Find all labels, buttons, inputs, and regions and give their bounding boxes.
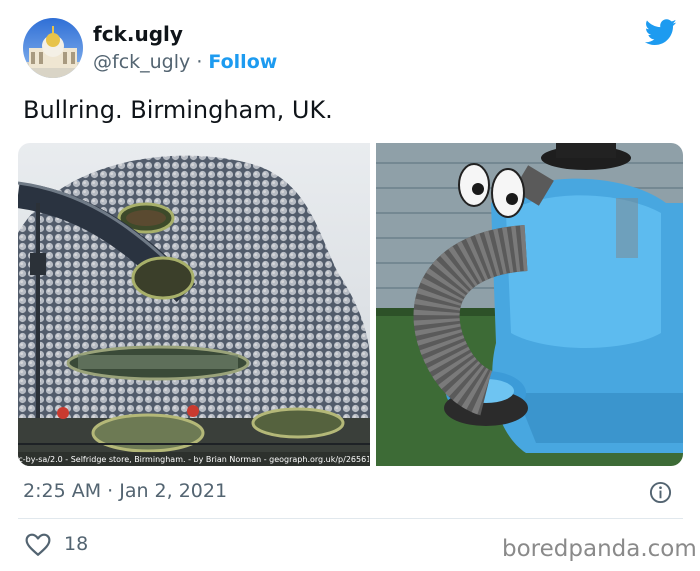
like-count: 18 — [64, 533, 89, 555]
user-handle[interactable]: @fck_ugly — [93, 51, 190, 73]
twitter-bird-icon[interactable] — [644, 19, 677, 46]
image-credit: cc-by-sa/2.0 - Selfridge store, Birmingh… — [14, 455, 369, 464]
display-name[interactable]: fck.ugly — [93, 22, 183, 46]
tweet-timestamp[interactable]: 2:25 AM · Jan 2, 2021 — [23, 480, 227, 502]
divider — [18, 518, 683, 519]
follow-button[interactable]: Follow — [208, 51, 277, 73]
tweet-image-vacuum[interactable] — [376, 143, 683, 466]
handle-line: @fck_ugly · Follow — [93, 51, 277, 73]
heart-icon[interactable] — [25, 533, 51, 557]
tweet-image-bullring[interactable] — [18, 143, 370, 466]
watermark: boredpanda.com — [502, 536, 697, 562]
info-icon[interactable] — [649, 481, 672, 504]
avatar[interactable] — [23, 18, 83, 78]
separator: · — [196, 51, 203, 73]
tweet-text: Bullring. Birmingham, UK. — [23, 96, 333, 124]
tweet-card: fck.ugly @fck_ugly · Follow Bullring. Bi… — [0, 0, 700, 571]
